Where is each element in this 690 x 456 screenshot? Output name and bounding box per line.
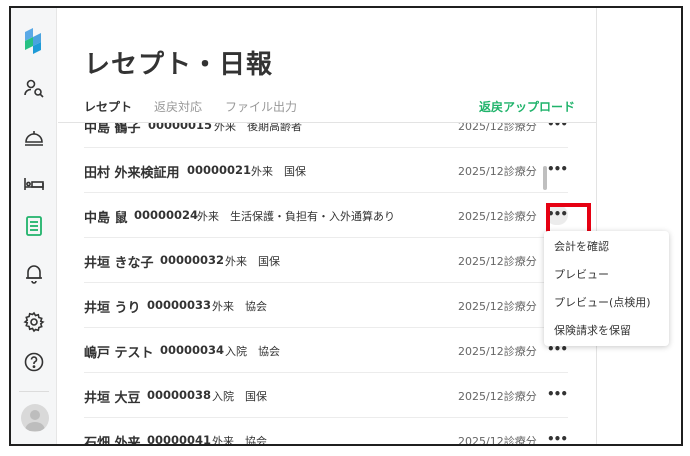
patient-detail: 外来 協会	[212, 300, 267, 313]
menu-item-preview[interactable]: プレビュー	[544, 261, 669, 289]
page-title: レセプト・日報	[84, 50, 274, 80]
list-scrollbar[interactable]	[543, 166, 547, 190]
table-row[interactable]: 井垣 きな子 00000032 外来 国保 2025/12診療分 •••	[84, 238, 568, 283]
logo-icon[interactable]	[23, 28, 43, 54]
patient-detail: 入院 協会	[225, 345, 280, 358]
app-window: レセプト・日報 レセプト 返戻対応 ファイル出力 返戻アップロード 中島 鶴子 …	[9, 6, 683, 446]
billing-period: 2025/12診療分	[458, 255, 537, 268]
patient-name: 中島 鼠	[84, 211, 128, 226]
billing-period: 2025/12診療分	[458, 435, 537, 444]
avatar[interactable]	[21, 404, 49, 432]
more-options-button[interactable]: •••	[546, 123, 568, 135]
tab-file-output[interactable]: ファイル出力	[225, 98, 297, 115]
table-row[interactable]: 石畑 外来 00000041 外来 協会 2025/12診療分 •••	[84, 418, 568, 444]
patient-detail: 外来 生活保護・負担有・入外通算あり	[197, 210, 395, 223]
receipt-list[interactable]: 中島 鶴子 00000015 外来 後期高齢者 2025/12診療分 ••• 田…	[58, 123, 596, 444]
tab-returns[interactable]: 返戻対応	[154, 98, 202, 115]
table-row[interactable]: 井垣 大豆 00000038 入院 国保 2025/12診療分 •••	[84, 373, 568, 418]
help-icon[interactable]	[22, 350, 46, 374]
patient-id: 00000041	[147, 433, 212, 444]
reception-bell-icon[interactable]	[22, 126, 46, 150]
more-options-button[interactable]: •••	[546, 205, 568, 225]
patient-detail: 入院 国保	[212, 390, 267, 403]
patient-name: 井垣 うり	[84, 301, 141, 316]
bed-icon[interactable]	[22, 171, 46, 195]
table-row[interactable]: 中島 鼠 00000024 外来 生活保護・負担有・入外通算あり 2025/12…	[84, 193, 568, 238]
sidebar-divider	[19, 391, 49, 392]
patient-id: 00000032	[160, 253, 225, 267]
notification-bell-icon[interactable]	[22, 261, 46, 285]
patient-id: 00000015	[148, 123, 213, 132]
billing-period: 2025/12診療分	[458, 345, 537, 358]
menu-item-check-accounting[interactable]: 会計を確認	[544, 233, 669, 261]
patient-id: 00000021	[187, 163, 252, 177]
patient-name: 嶋戸 テスト	[84, 346, 154, 361]
detail-pane	[596, 8, 681, 444]
menu-item-preview-inspection[interactable]: プレビュー(点検用)	[544, 289, 669, 317]
patient-id: 00000033	[147, 298, 212, 312]
table-row[interactable]: 田村 外来検証用 00000021 外来 国保 2025/12診療分 •••	[84, 148, 568, 193]
patient-search-icon[interactable]	[22, 76, 46, 100]
returns-upload-link[interactable]: 返戻アップロード	[479, 98, 575, 115]
sidebar	[11, 8, 57, 444]
patient-detail: 外来 協会	[212, 435, 267, 444]
table-row[interactable]: 嶋戸 テスト 00000034 入院 協会 2025/12診療分 •••	[84, 328, 568, 373]
tab-receipt[interactable]: レセプト	[84, 98, 132, 115]
patient-name: 井垣 大豆	[84, 391, 141, 406]
table-row[interactable]: 中島 鶴子 00000015 外来 後期高齢者 2025/12診療分 •••	[84, 123, 568, 148]
patient-name: 中島 鶴子	[84, 123, 141, 136]
billing-period: 2025/12診療分	[458, 165, 537, 178]
billing-period: 2025/12診療分	[458, 210, 537, 223]
row-options-menu: 会計を確認 プレビュー プレビュー(点検用) 保険請求を保留	[544, 231, 669, 346]
more-options-button[interactable]: •••	[546, 160, 568, 180]
main-content: レセプト・日報 レセプト 返戻対応 ファイル出力 返戻アップロード 中島 鶴子 …	[58, 8, 596, 444]
patient-name: 石畑 外来	[84, 436, 141, 444]
patient-id: 00000038	[147, 388, 212, 402]
menu-item-hold-claim[interactable]: 保険請求を保留	[544, 317, 669, 345]
patient-detail: 外来 国保	[225, 255, 280, 268]
patient-detail: 外来 国保	[251, 165, 306, 178]
billing-period: 2025/12診療分	[458, 300, 537, 313]
patient-name: 井垣 きな子	[84, 256, 154, 271]
patient-id: 00000034	[160, 343, 225, 357]
patient-detail: 外来 後期高齢者	[214, 123, 302, 133]
more-options-button[interactable]: •••	[546, 430, 568, 444]
patient-id: 00000024	[134, 208, 199, 222]
more-options-button[interactable]: •••	[546, 385, 568, 405]
table-row[interactable]: 井垣 うり 00000033 外来 協会 2025/12診療分 •••	[84, 283, 568, 328]
billing-period: 2025/12診療分	[458, 123, 537, 133]
receipt-icon[interactable]	[22, 214, 46, 238]
gear-icon[interactable]	[22, 310, 46, 334]
patient-name: 田村 外来検証用	[84, 166, 180, 181]
billing-period: 2025/12診療分	[458, 390, 537, 403]
